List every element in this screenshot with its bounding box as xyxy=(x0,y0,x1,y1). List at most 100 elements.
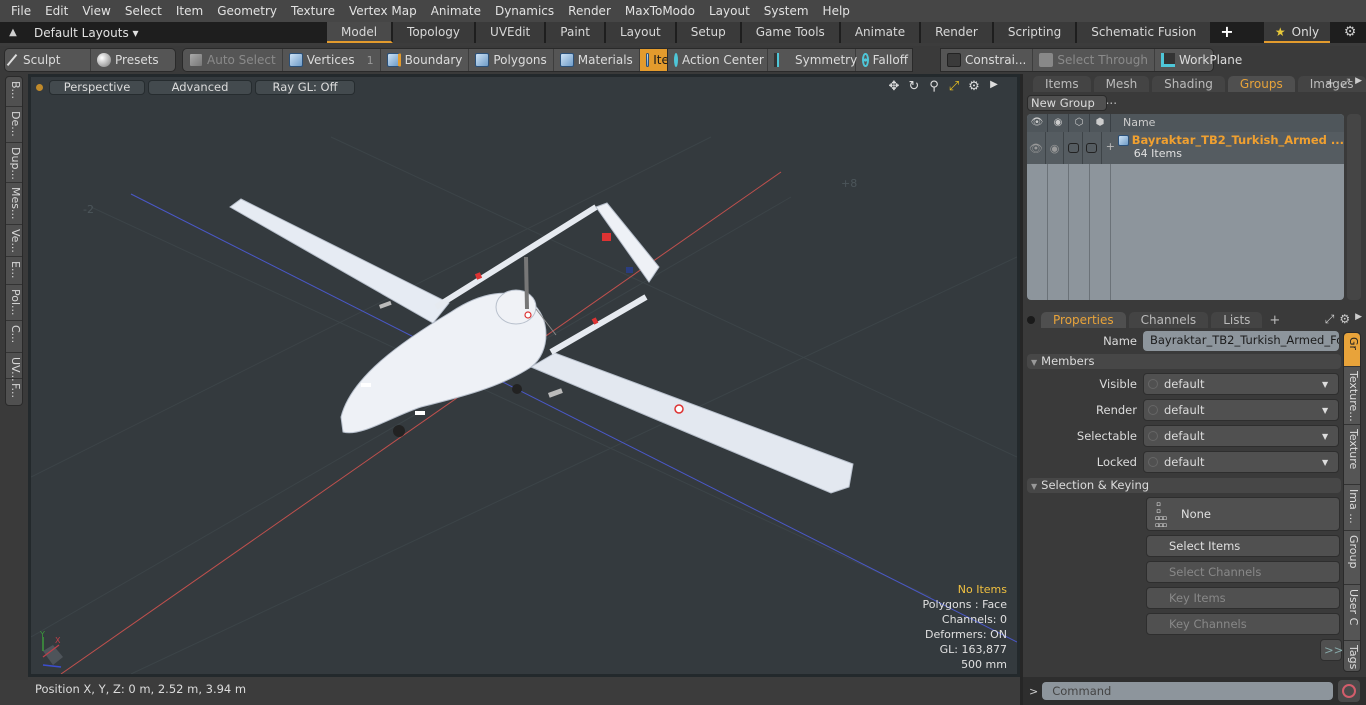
expand-arrow-icon[interactable]: ▶ xyxy=(987,79,1001,94)
select-column-icon[interactable]: ⬢ xyxy=(1090,114,1111,132)
expand-panel-icon[interactable]: ⤢ xyxy=(1340,76,1350,91)
menu-help[interactable]: Help xyxy=(816,4,857,18)
tab-properties[interactable]: Properties xyxy=(1041,312,1126,328)
tab-channels[interactable]: Channels xyxy=(1128,312,1209,328)
only-toggle[interactable]: ★ Only xyxy=(1264,22,1330,43)
tab-uvedit[interactable]: UVEdit xyxy=(476,22,547,43)
tab-schematic-fusion[interactable]: Schematic Fusion xyxy=(1077,22,1213,43)
select-channels-button[interactable]: Select Channels xyxy=(1146,561,1340,583)
tab-mesh[interactable]: Mesh ... xyxy=(1093,76,1150,107)
3d-viewport[interactable]: -2 +8 Y X Perspective Advanced Ray GL: O… xyxy=(28,74,1020,677)
tab-animate[interactable]: Animate xyxy=(840,22,922,43)
expand-plus-icon[interactable]: + xyxy=(1106,140,1115,153)
group-row[interactable]: 👁 ◉ + Bayraktar_TB2_Turkish_Armed ... 64… xyxy=(1027,132,1344,164)
visibility-eye-icon[interactable]: 👁 xyxy=(1027,132,1046,164)
constraints-button[interactable]: Constrai... xyxy=(941,49,1034,71)
side-tab-group[interactable]: Gr ... xyxy=(1344,333,1360,367)
menu-select[interactable]: Select xyxy=(118,4,169,18)
tab-render[interactable]: Render xyxy=(921,22,994,43)
command-input[interactable]: Command xyxy=(1042,682,1334,700)
left-tab-polygon[interactable]: Pol... xyxy=(6,285,22,321)
expand-panel-icon[interactable]: ⤢ xyxy=(1325,312,1335,327)
lock-column-icon[interactable]: ⬡ xyxy=(1069,114,1090,132)
menu-geometry[interactable]: Geometry xyxy=(210,4,284,18)
menu-item[interactable]: Item xyxy=(169,4,210,18)
left-tab-deform[interactable]: De... xyxy=(6,107,22,143)
groups-scrollbar[interactable] xyxy=(1347,114,1361,300)
render-dropdown[interactable]: default ▼ xyxy=(1143,399,1339,421)
tab-items[interactable]: Items xyxy=(1033,76,1091,92)
left-tab-duplicate[interactable]: Dup... xyxy=(6,143,22,183)
visible-dropdown[interactable]: default ▼ xyxy=(1143,373,1339,395)
menu-render[interactable]: Render xyxy=(561,4,618,18)
tab-layout[interactable]: Layout xyxy=(605,22,677,43)
side-tab-tags[interactable]: Tags xyxy=(1344,641,1360,671)
side-tab-texture-2[interactable]: Texture ... xyxy=(1344,425,1360,485)
menu-file[interactable]: File xyxy=(4,4,38,18)
boundary-button[interactable]: Boundary xyxy=(381,49,470,71)
menu-animate[interactable]: Animate xyxy=(424,4,488,18)
workplane-button[interactable]: WorkPlane xyxy=(1155,49,1248,71)
panel-gear-icon[interactable]: ⚙ xyxy=(1339,312,1350,327)
vertices-button[interactable]: Vertices 1 xyxy=(283,49,381,71)
tab-lists[interactable]: Lists xyxy=(1211,312,1263,328)
rotate-icon[interactable]: ↻ xyxy=(907,79,921,94)
key-channels-button[interactable]: Key Channels xyxy=(1146,613,1340,635)
left-tab-curve[interactable]: C... xyxy=(6,321,22,353)
panel-menu-dot[interactable] xyxy=(1027,316,1035,324)
select-toggle[interactable] xyxy=(1083,132,1102,164)
menu-layout[interactable]: Layout xyxy=(702,4,757,18)
gear-icon[interactable]: ⚙ xyxy=(1338,22,1362,43)
tab-scripting[interactable]: Scripting xyxy=(993,22,1078,43)
name-field[interactable]: Bayraktar_TB2_Turkish_Armed_Forces xyxy=(1143,331,1339,351)
members-section[interactable]: ▼ Members xyxy=(1027,354,1341,369)
panel-arrow-icon[interactable]: ▶ xyxy=(1355,76,1362,91)
menu-texture[interactable]: Texture xyxy=(284,4,342,18)
locked-dropdown[interactable]: default ▼ xyxy=(1143,451,1339,473)
menu-vertex-map[interactable]: Vertex Map xyxy=(342,4,424,18)
falloff-button[interactable]: Falloff xyxy=(856,49,914,71)
more-button[interactable]: >> xyxy=(1320,639,1343,661)
left-tab-uv[interactable]: UV... xyxy=(6,353,22,382)
key-items-button[interactable]: Key Items xyxy=(1146,587,1340,609)
presets-button[interactable]: Presets xyxy=(91,49,175,71)
name-column-header[interactable]: Name xyxy=(1111,114,1155,132)
sculpt-button[interactable]: Sculpt xyxy=(5,49,91,71)
menu-maxtomodo[interactable]: MaxToModo xyxy=(618,4,702,18)
raygl-button[interactable]: Ray GL: Off xyxy=(255,79,355,95)
tab-game-tools[interactable]: Game Tools xyxy=(741,22,841,43)
record-button[interactable] xyxy=(1338,680,1361,702)
view-mode-button[interactable]: Perspective xyxy=(49,79,145,95)
tab-topology[interactable]: Topology xyxy=(393,22,477,43)
left-tab-mesh-edit[interactable]: Mes... xyxy=(6,183,22,225)
lock-toggle[interactable] xyxy=(1064,132,1084,164)
selectable-dropdown[interactable]: default ▼ xyxy=(1143,425,1339,447)
menu-dynamics[interactable]: Dynamics xyxy=(488,4,561,18)
pan-icon[interactable]: ✥ xyxy=(887,79,901,94)
left-tab-basic[interactable]: B... xyxy=(6,77,22,107)
select-through-button[interactable]: Select Through xyxy=(1033,49,1155,71)
auto-select-button[interactable]: Auto Select xyxy=(183,49,283,71)
add-properties-tab-icon[interactable]: + xyxy=(1269,313,1280,328)
left-tab-vertex[interactable]: Ve... xyxy=(6,225,22,257)
tab-shading[interactable]: Shading xyxy=(1152,76,1225,92)
panel-arrow-icon[interactable]: ▶ xyxy=(1355,312,1362,327)
render-column-icon[interactable]: ◉ xyxy=(1048,114,1069,132)
left-tab-fusion[interactable]: F... xyxy=(6,379,22,405)
menu-system[interactable]: System xyxy=(757,4,816,18)
tab-paint[interactable]: Paint xyxy=(546,22,606,43)
polygons-button[interactable]: Polygons xyxy=(469,49,554,71)
menu-edit[interactable]: Edit xyxy=(38,4,75,18)
visibility-column-icon[interactable]: 👁 xyxy=(1027,114,1048,132)
viewport-gear-icon[interactable]: ⚙ xyxy=(967,79,981,94)
side-tab-user-channels[interactable]: User C ... xyxy=(1344,585,1360,641)
none-button[interactable]: ▫ ▫ ▫▫▫ ▫▫▫ None xyxy=(1146,497,1340,531)
viewport-menu-dot[interactable] xyxy=(36,83,43,91)
menu-view[interactable]: View xyxy=(75,4,117,18)
materials-button[interactable]: Materials xyxy=(554,49,640,71)
layouts-dropdown[interactable]: Default Layouts ▾ xyxy=(34,26,324,40)
tab-groups[interactable]: Groups xyxy=(1227,76,1295,92)
left-tab-edge[interactable]: E... xyxy=(6,257,22,285)
select-items-button[interactable]: Select Items xyxy=(1146,535,1340,557)
add-panel-tab-icon[interactable]: + xyxy=(1325,76,1335,91)
